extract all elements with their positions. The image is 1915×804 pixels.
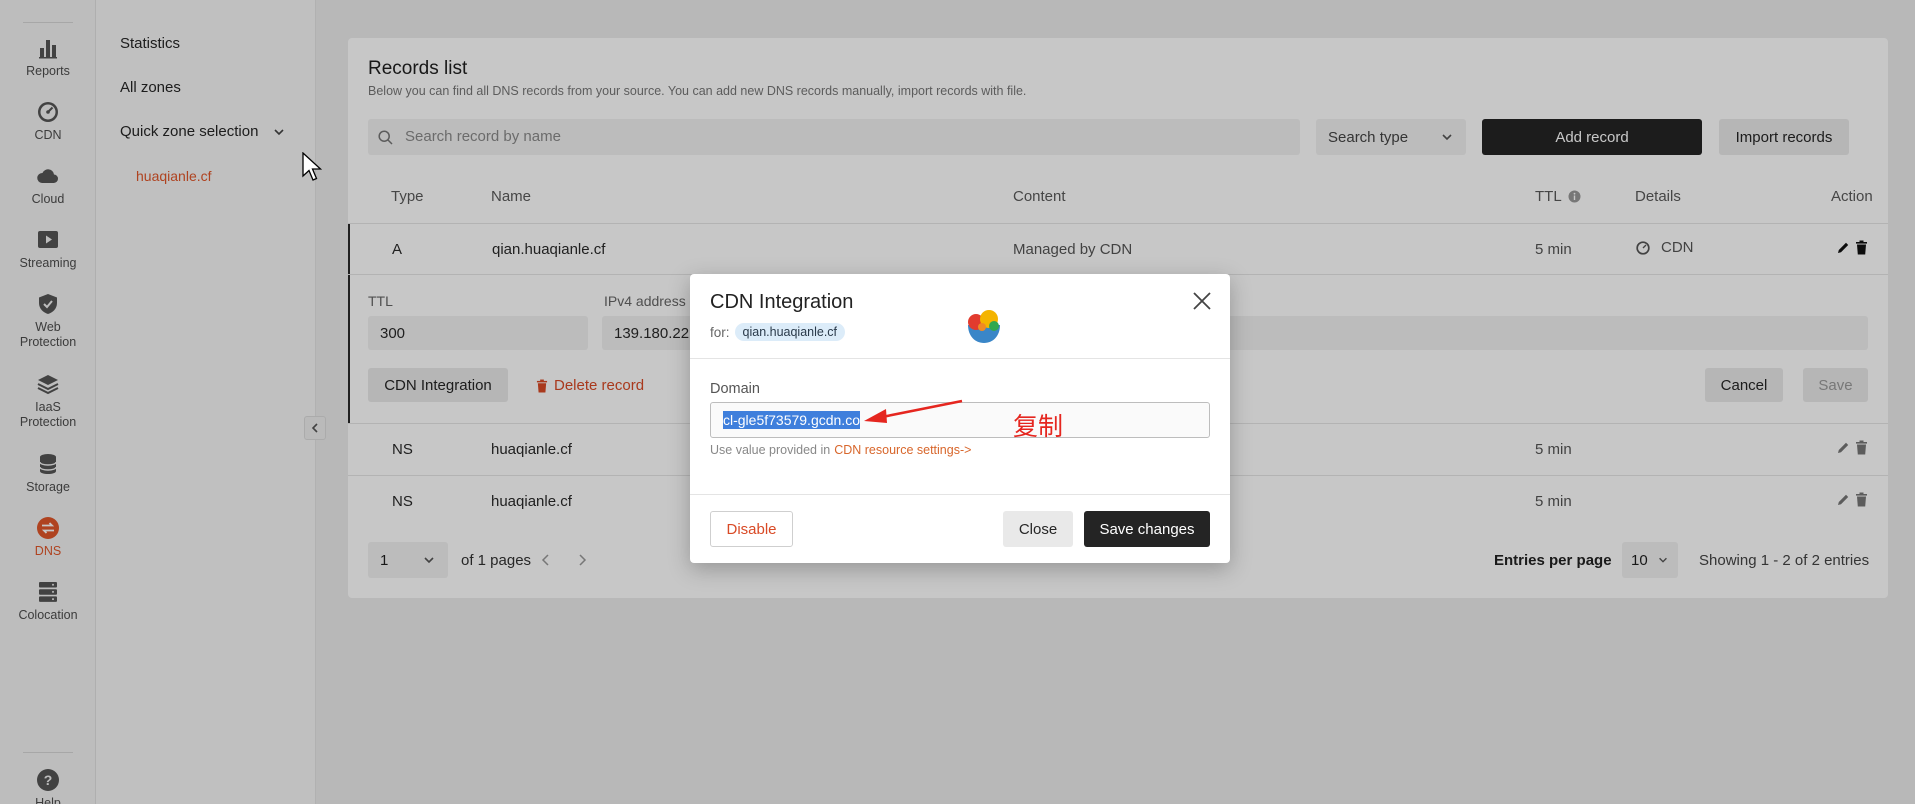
disable-button[interactable]: Disable (710, 511, 793, 547)
record-name-chip: qian.huaqianle.cf (734, 323, 846, 341)
modal-divider (690, 358, 1230, 359)
domain-label: Domain (710, 381, 760, 397)
close-icon[interactable] (1192, 291, 1212, 311)
cdn-resource-settings-link[interactable]: CDN resource settings-> (834, 443, 971, 457)
modal-title: CDN Integration (710, 291, 854, 313)
sticker-emoji-icon (968, 310, 1000, 343)
modal-divider (690, 494, 1230, 495)
close-button[interactable]: Close (1003, 511, 1073, 547)
hint-text: Use value provided in (710, 443, 831, 457)
modal-for-row: for: qian.huaqianle.cf (710, 323, 846, 341)
annotation-text: 复制 (1013, 412, 1064, 441)
for-label: for: (710, 324, 730, 340)
domain-hint: Use value provided in CDN resource setti… (710, 443, 971, 457)
save-changes-button[interactable]: Save changes (1084, 511, 1210, 547)
cdn-integration-modal: CDN Integration for: qian.huaqianle.cf D… (690, 274, 1230, 563)
annotation-arrow-icon (864, 399, 963, 423)
mouse-cursor-icon (302, 152, 322, 181)
domain-input-value: cl-gle5f73579.gcdn.co (723, 411, 860, 429)
